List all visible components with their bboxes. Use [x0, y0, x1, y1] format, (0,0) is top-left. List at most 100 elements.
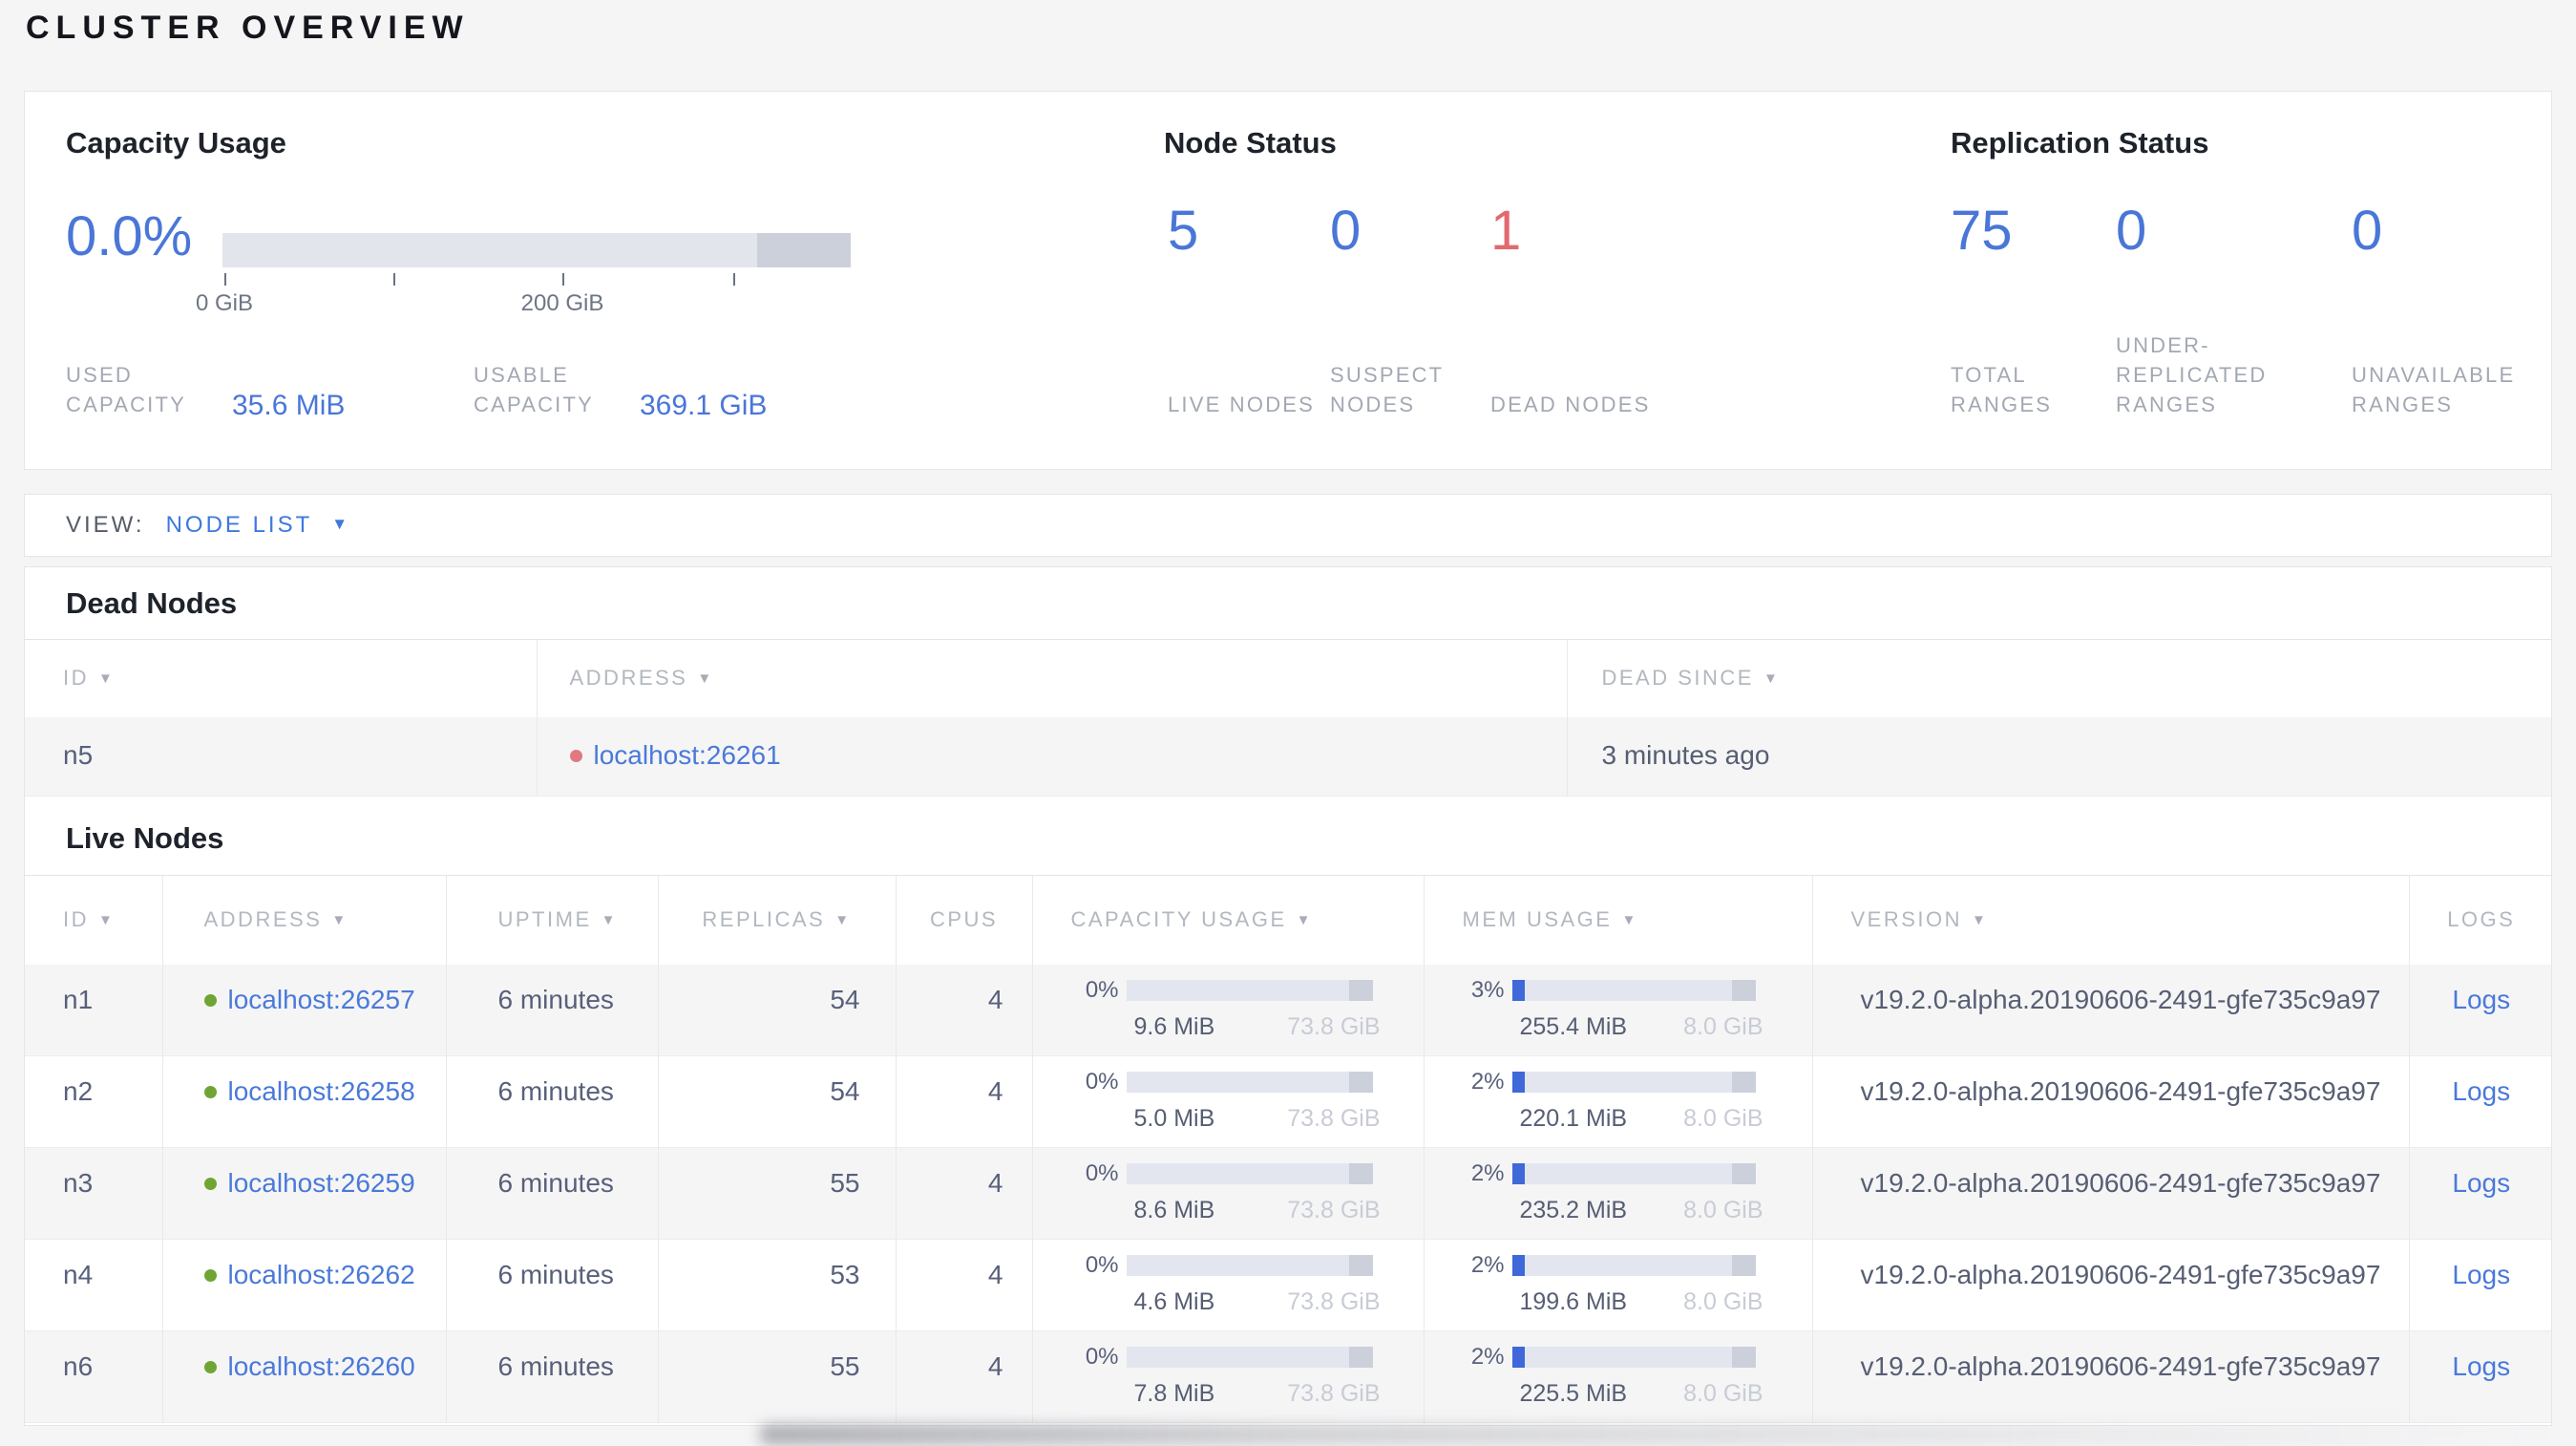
chevron-down-icon[interactable]: ▼ — [331, 515, 348, 534]
dead-node-address-cell: localhost:26261 — [537, 716, 1568, 797]
mem-used: 199.6 MiB — [1519, 1288, 1628, 1315]
dead-node-row: n5 localhost:26261 3 minutes ago — [25, 716, 2551, 797]
node-capacity-cell: 0% 8.6 MiB 73.8 GiB — [1032, 1147, 1425, 1240]
suspect-nodes-label: SUSPECT NODES — [1330, 363, 1444, 416]
capacity-percent: 0% — [1085, 1252, 1119, 1278]
node-cpus: 4 — [896, 1147, 1033, 1240]
dead-nodes-table: ID ▼ ADDRESS ▼ DEAD SINCE ▼ n5 localhost:26… — [25, 639, 2551, 797]
view-selector[interactable]: NODE LIST — [166, 512, 313, 539]
live-col-replicas[interactable]: REPLICAS ▼ — [658, 875, 897, 965]
logs-link[interactable]: Logs — [2452, 985, 2510, 1014]
sort-caret-icon[interactable]: ▼ — [1972, 912, 1988, 928]
live-col-logs: LOGS — [2447, 907, 2516, 932]
live-col-address[interactable]: ADDRESS ▼ — [162, 875, 447, 965]
capacity-bar-end-segment — [757, 233, 851, 267]
node-logs-cell: Logs — [2409, 1056, 2551, 1148]
node-uptime: 6 minutes — [446, 1239, 659, 1331]
live-nodes-label: LIVE NODES — [1168, 393, 1316, 416]
mem-percent: 3% — [1470, 976, 1505, 1003]
node-address-link[interactable]: localhost:26258 — [228, 1076, 415, 1106]
mem-percent: 2% — [1470, 1344, 1505, 1370]
mem-total: 8.0 GiB — [1683, 1380, 1763, 1407]
dead-col-address[interactable]: ADDRESS ▼ — [537, 639, 1568, 717]
live-col-mem-usage[interactable]: MEM USAGE ▼ — [1424, 875, 1813, 965]
capacity-total: 73.8 GiB — [1287, 1012, 1381, 1040]
node-version: v19.2.0-alpha.20190606-2491-gfe735c9a97 — [1812, 1147, 2410, 1240]
node-mem-cell: 2% 199.6 MiB 8.0 GiB — [1424, 1239, 1813, 1331]
node-address-link[interactable]: localhost:26257 — [228, 985, 415, 1014]
node-uptime: 6 minutes — [446, 964, 659, 1056]
unavailable-label: UNAVAILABLE RANGES — [2352, 363, 2516, 416]
mem-total: 8.0 GiB — [1683, 1012, 1763, 1040]
suspect-nodes-count: 0 — [1330, 200, 1362, 262]
live-col-capacity-usage[interactable]: CAPACITY USAGE ▼ — [1032, 875, 1425, 965]
capacity-used: 8.6 MiB — [1133, 1197, 1215, 1223]
live-status-dot-icon — [203, 1361, 217, 1373]
live-col-version[interactable]: VERSION ▼ — [1812, 875, 2410, 965]
live-nodes-title: Live Nodes — [66, 821, 224, 855]
used-capacity-value: 35.6 MiB — [232, 390, 346, 421]
live-node-row: n1 localhost:26257 6 minutes 54 4 0% 9.6… — [25, 964, 2551, 1056]
dead-nodes-count: 1 — [1490, 200, 1522, 262]
axis-tick — [562, 273, 564, 286]
node-address-link[interactable]: localhost:26262 — [228, 1260, 415, 1289]
replication-status-title: Replication Status — [1951, 126, 2209, 159]
logs-link[interactable]: Logs — [2452, 1351, 2510, 1381]
capacity-percent: 0% — [1085, 1069, 1119, 1095]
cluster-overview-page: CLUSTER OVERVIEW Capacity Usage 0.0% 0 G… — [0, 0, 2576, 1446]
page-title: CLUSTER OVERVIEW — [26, 10, 470, 46]
mem-total: 8.0 GiB — [1683, 1105, 1763, 1132]
node-version: v19.2.0-alpha.20190606-2491-gfe735c9a97 — [1812, 1330, 2410, 1423]
node-replicas: 53 — [658, 1239, 897, 1331]
node-address-cell: localhost:26262 — [162, 1239, 447, 1331]
used-capacity-stat: USED CAPACITY 35.6 MiB — [66, 360, 346, 421]
mem-total: 8.0 GiB — [1683, 1197, 1763, 1223]
logs-link[interactable]: Logs — [2452, 1260, 2510, 1289]
node-id: n3 — [25, 1147, 163, 1240]
capacity-total: 73.8 GiB — [1287, 1105, 1381, 1132]
mem-meter — [1511, 1072, 1756, 1093]
node-mem-cell: 3% 255.4 MiB 8.0 GiB — [1424, 964, 1813, 1056]
live-node-row: n4 localhost:26262 6 minutes 53 4 0% 4.6… — [25, 1239, 2551, 1331]
live-nodes-count: 5 — [1168, 200, 1199, 262]
live-col-id[interactable]: ID ▼ — [25, 875, 163, 965]
capacity-meter — [1126, 1347, 1373, 1368]
bottom-shadow — [759, 1424, 2565, 1445]
node-address-link[interactable]: localhost:26260 — [228, 1351, 415, 1381]
capacity-used: 4.6 MiB — [1133, 1288, 1215, 1315]
axis-label-0gib: 0 GiB — [195, 290, 254, 316]
sort-caret-icon[interactable]: ▼ — [98, 670, 115, 687]
node-uptime: 6 minutes — [446, 1055, 659, 1148]
nodes-card: Dead Nodes ID ▼ ADDRESS ▼ DEAD SINCE ▼ n5 l… — [24, 566, 2552, 1426]
sort-caret-icon[interactable]: ▼ — [602, 912, 618, 928]
capacity-meter — [1126, 1255, 1373, 1276]
mem-used: 255.4 MiB — [1519, 1012, 1628, 1040]
node-version: v19.2.0-alpha.20190606-2491-gfe735c9a97 — [1812, 964, 2410, 1056]
sort-caret-icon[interactable]: ▼ — [1621, 912, 1637, 928]
live-status-dot-icon — [203, 1269, 217, 1282]
sort-caret-icon[interactable]: ▼ — [1297, 912, 1313, 928]
dead-status-dot-icon — [569, 749, 582, 762]
summary-card: Capacity Usage 0.0% 0 GiB 200 GiB USED C… — [24, 91, 2552, 470]
under-replicated-count: 0 — [2116, 200, 2147, 262]
live-node-row: n6 localhost:26260 6 minutes 55 4 0% 7.8… — [25, 1330, 2551, 1423]
live-col-uptime[interactable]: UPTIME ▼ — [446, 875, 659, 965]
total-ranges-label: TOTAL RANGES — [1951, 363, 2053, 416]
sort-caret-icon[interactable]: ▼ — [1763, 670, 1780, 687]
axis-tick — [393, 273, 395, 286]
dead-col-id[interactable]: ID ▼ — [25, 639, 538, 717]
mem-meter — [1511, 1255, 1756, 1276]
sort-caret-icon[interactable]: ▼ — [697, 670, 713, 687]
dead-col-dead-since[interactable]: DEAD SINCE ▼ — [1567, 640, 2551, 717]
node-id: n1 — [25, 964, 163, 1056]
usable-capacity-value: 369.1 GiB — [640, 390, 768, 421]
node-address-link[interactable]: localhost:26259 — [228, 1168, 415, 1198]
sort-caret-icon[interactable]: ▼ — [98, 912, 115, 928]
logs-link[interactable]: Logs — [2452, 1076, 2510, 1106]
sort-caret-icon[interactable]: ▼ — [834, 912, 851, 928]
sort-caret-icon[interactable]: ▼ — [331, 912, 348, 928]
dead-node-address-link[interactable]: localhost:26261 — [594, 740, 781, 770]
logs-link[interactable]: Logs — [2452, 1168, 2510, 1198]
node-replicas: 55 — [658, 1147, 897, 1240]
live-node-row: n3 localhost:26259 6 minutes 55 4 0% 8.6… — [25, 1147, 2551, 1240]
